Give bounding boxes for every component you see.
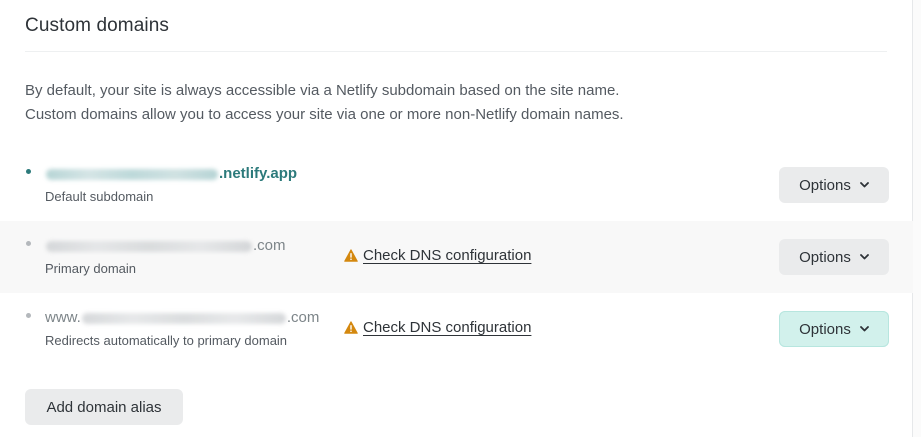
domain-suffix: .com — [253, 237, 286, 254]
redacted-site-name — [46, 168, 218, 180]
bullet-icon — [26, 241, 31, 246]
chevron-down-icon — [859, 182, 869, 188]
options-button-primary[interactable]: Options — [779, 239, 889, 275]
domain-suffix: .netlify.app — [219, 165, 298, 182]
domain-name-www: www. .com — [45, 307, 319, 329]
domain-label-www: Redirects automatically to primary domai… — [45, 333, 288, 348]
domain-name-default[interactable]: .netlify.app — [45, 163, 297, 185]
domain-prefix: www. — [45, 309, 81, 326]
options-label: Options — [799, 248, 851, 266]
title-divider — [25, 51, 887, 52]
bullet-icon — [26, 313, 31, 318]
warning-icon — [344, 249, 358, 262]
section-title: Custom domains — [25, 15, 169, 36]
domain-row-www: www. .com Redirects automatically to prim… — [0, 293, 913, 365]
chevron-down-icon — [859, 326, 869, 332]
redacted-domain-name — [81, 312, 286, 324]
domain-label-primary: Primary domain — [45, 261, 137, 276]
description-line-2: Custom domains allow you to access your … — [25, 106, 624, 123]
options-label: Options — [799, 176, 851, 194]
description-line-1: By default, your site is always accessib… — [25, 82, 620, 99]
domain-row-default: .netlify.app Default subdomain Options — [0, 149, 913, 221]
section-description: By default, your site is always accessib… — [25, 79, 885, 127]
dns-warning: Check DNS configuration — [344, 319, 531, 336]
check-dns-link-primary[interactable]: Check DNS configuration — [363, 247, 531, 264]
chevron-down-icon — [859, 254, 869, 260]
warning-icon — [344, 321, 358, 334]
custom-domains-card: Custom domains By default, your site is … — [0, 0, 913, 437]
options-button-default[interactable]: Options — [779, 167, 889, 203]
options-button-www[interactable]: Options — [779, 311, 889, 347]
check-dns-link-www[interactable]: Check DNS configuration — [363, 319, 531, 336]
bullet-icon — [26, 169, 31, 174]
dns-warning: Check DNS configuration — [344, 247, 531, 264]
domain-suffix: .com — [286, 309, 320, 326]
domain-label-default: Default subdomain — [45, 189, 154, 204]
domain-name-primary: .com — [45, 235, 286, 257]
domain-row-primary: .com Primary domain Check DNS configurat… — [0, 221, 913, 293]
add-domain-alias-button[interactable]: Add domain alias — [25, 389, 183, 425]
redacted-domain-name — [46, 240, 252, 252]
options-label: Options — [799, 320, 851, 338]
